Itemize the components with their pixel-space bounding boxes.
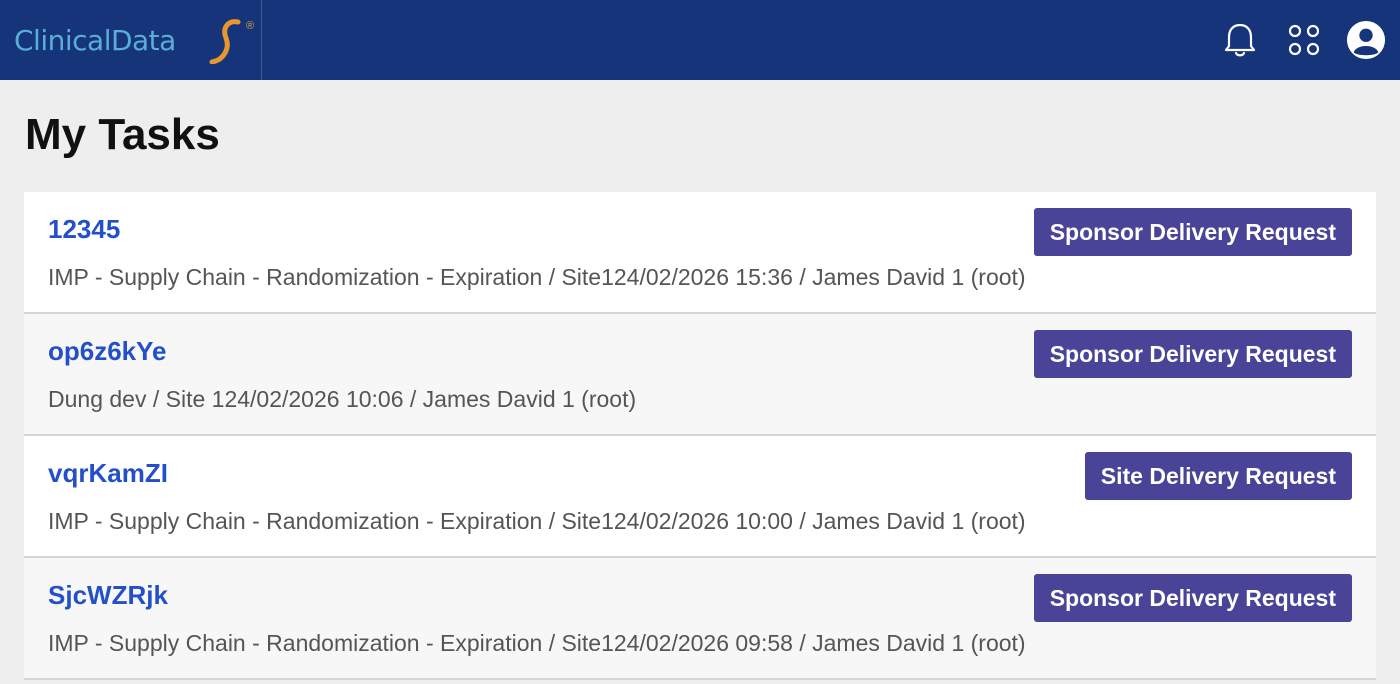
task-id-link[interactable]: op6z6kYe [48, 336, 167, 367]
task-id-link[interactable]: vqrKamZI [48, 458, 168, 489]
task-id-link[interactable]: SjcWZRjk [48, 580, 168, 611]
task-details: IMP - Supply Chain - Randomization - Exp… [48, 508, 1026, 534]
task-details: IMP - Supply Chain - Randomization - Exp… [48, 630, 1026, 656]
task-details: Dung dev / Site 124/02/2026 10:06 / Jame… [48, 386, 637, 412]
page-title: My Tasks [25, 110, 220, 159]
logo-swoosh-icon [209, 19, 241, 64]
task-row[interactable]: 12345 IMP - Supply Chain - Randomization… [24, 192, 1376, 314]
clinicaldata-logo[interactable]: ClinicalData ® [14, 14, 254, 66]
task-type-badge[interactable]: Sponsor Delivery Request [1033, 208, 1352, 256]
top-navigation-bar: ClinicalData ® [0, 0, 1400, 80]
notifications-bell-icon[interactable] [1220, 20, 1260, 60]
registered-mark: ® [246, 20, 255, 32]
logo-text: ClinicalData [14, 23, 176, 57]
task-type-badge[interactable]: Sponsor Delivery Request [1033, 574, 1352, 622]
task-row[interactable]: vqrKamZI IMP - Supply Chain - Randomizat… [24, 436, 1376, 558]
task-list: 12345 IMP - Supply Chain - Randomization… [24, 192, 1376, 680]
task-type-badge[interactable]: Sponsor Delivery Request [1033, 330, 1352, 378]
user-avatar-icon[interactable] [1346, 20, 1386, 60]
task-details: IMP - Supply Chain - Randomization - Exp… [48, 264, 1026, 290]
apps-grid-icon[interactable] [1284, 20, 1324, 60]
task-type-badge[interactable]: Site Delivery Request [1084, 452, 1352, 500]
task-row[interactable]: op6z6kYe Dung dev / Site 124/02/2026 10:… [24, 314, 1376, 436]
task-id-link[interactable]: 12345 [48, 214, 120, 245]
task-row[interactable]: SjcWZRjk IMP - Supply Chain - Randomizat… [24, 558, 1376, 680]
logo-divider [261, 0, 262, 80]
